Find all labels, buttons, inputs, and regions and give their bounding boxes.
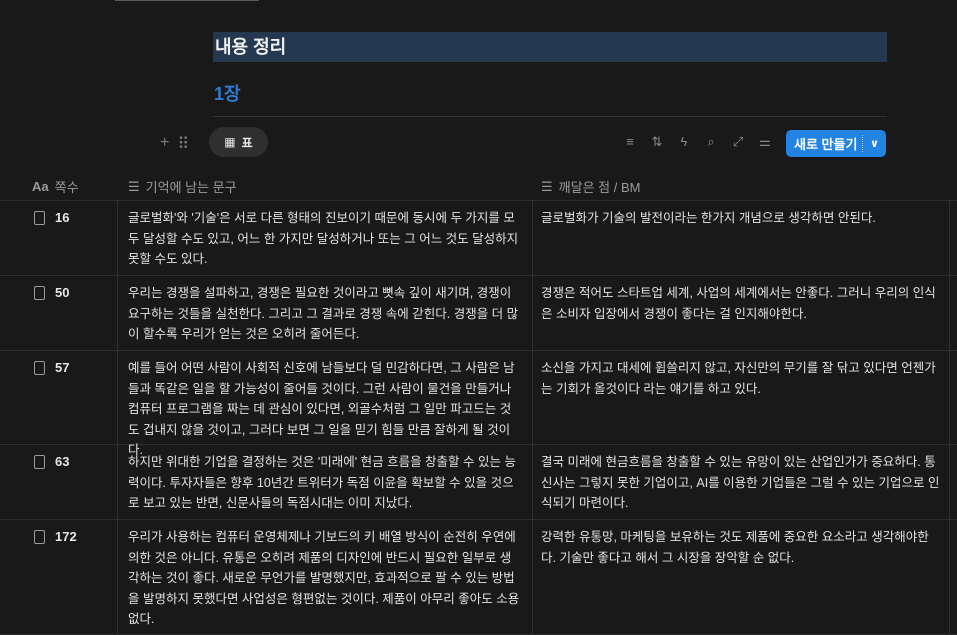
table-row[interactable]: 172 우리가 사용하는 컴퓨터 운영체제나 기보드의 키 배열 방식이 순전히… — [0, 520, 957, 635]
page-icon — [34, 530, 45, 544]
table-row[interactable]: 63 하지만 위대한 기업을 결정하는 것은 '미래에' 현금 흐름을 창출할 … — [0, 445, 957, 520]
new-button[interactable]: 새로 만들기 ∨ — [786, 130, 886, 157]
chevron-down-icon[interactable]: ∨ — [863, 137, 886, 150]
add-icon[interactable]: + — [160, 134, 169, 154]
table-row[interactable]: 57 예를 들어 어떤 사람이 사회적 신호에 남들보다 덜 민감하다면, 그 … — [0, 351, 957, 457]
page-cell[interactable]: 172 — [0, 520, 118, 634]
page-number: 16 — [55, 210, 70, 225]
page-icon — [34, 211, 45, 225]
column-label: 깨달은 점 / BM — [558, 180, 641, 195]
title-property-icon: Aa — [32, 179, 49, 194]
settings-icon[interactable]: ⚌ — [757, 134, 773, 150]
expand-icon[interactable]: ⤢ — [730, 134, 746, 150]
page-number: 63 — [55, 454, 70, 469]
table-icon: ▦ — [224, 135, 236, 149]
page-icon — [34, 286, 45, 300]
table-header: Aa 쪽수 ☰ 기억에 남는 문구 ☰ 깨달은 점 / BM — [0, 170, 957, 201]
page-number: 172 — [55, 529, 77, 544]
insight-cell[interactable]: 강력한 유통망, 마케팅을 보유하는 것도 제품에 중요한 요소라고 생각해야한… — [533, 520, 950, 634]
column-label: 기억에 남는 문구 — [145, 180, 237, 195]
page-cell[interactable]: 50 — [0, 276, 118, 350]
page-cell[interactable]: 63 — [0, 445, 118, 519]
page-icon — [34, 361, 45, 375]
text-property-icon: ☰ — [541, 178, 553, 194]
tab-table-view[interactable]: ▦ 표 — [209, 127, 268, 157]
insight-cell[interactable]: 경쟁은 적어도 스타트업 세계, 사업의 세계에서는 안좋다. 그러니 우리의 … — [533, 276, 950, 350]
quote-cell[interactable]: 글로벌화'와 '기술'은 서로 다른 형태의 진보이기 때문에 동시에 두 가지… — [118, 201, 533, 275]
column-header-quote[interactable]: ☰ 기억에 남는 문구 — [128, 177, 237, 196]
sort-icon[interactable]: ⇅ — [649, 134, 665, 150]
chapter-heading: 1장 — [214, 84, 241, 104]
insight-cell[interactable]: 결국 미래에 현금흐름을 창출할 수 있는 유망이 있는 산업인가가 중요하다.… — [533, 445, 950, 519]
quote-cell[interactable]: 하지만 위대한 기업을 결정하는 것은 '미래에' 현금 흐름을 창출할 수 있… — [118, 445, 533, 519]
page-cell[interactable]: 57 — [0, 351, 118, 444]
search-icon[interactable]: ⌕ — [703, 134, 719, 150]
table-body: 16 글로벌화'와 '기술'은 서로 다른 형태의 진보이기 때문에 동시에 두… — [0, 201, 957, 635]
column-header-page[interactable]: Aa 쪽수 — [32, 177, 79, 196]
page-heading: 내용 정리 — [213, 32, 887, 62]
quote-cell[interactable]: 우리가 사용하는 컴퓨터 운영체제나 기보드의 키 배열 방식이 순전히 우연에… — [118, 520, 533, 634]
filter-icon[interactable]: ≡ — [622, 134, 638, 150]
drag-handle-icon[interactable]: ⠿ — [177, 134, 189, 154]
automation-icon[interactable]: ϟ — [676, 134, 692, 150]
page-number: 50 — [55, 285, 70, 300]
table-row[interactable]: 50 우리는 경쟁을 설파하고, 경쟁은 필요한 것이라고 뼛속 깊이 새기며,… — [0, 276, 957, 351]
quote-cell[interactable]: 우리는 경쟁을 설파하고, 경쟁은 필요한 것이라고 뼛속 깊이 새기며, 경쟁… — [118, 276, 533, 350]
page-icon — [34, 455, 45, 469]
new-button-label: 새로 만들기 — [794, 137, 858, 152]
divider — [213, 116, 887, 117]
quote-cell[interactable]: 예를 들어 어떤 사람이 사회적 신호에 남들보다 덜 민감하다면, 그 사람은… — [118, 351, 533, 457]
insight-cell[interactable]: 소신을 가지고 대세에 휩쓸리지 않고, 자신만의 무기를 잘 닦고 있다면 언… — [533, 351, 950, 444]
text-property-icon: ☰ — [128, 178, 140, 194]
page-cell[interactable]: 16 — [0, 201, 118, 275]
page-number: 57 — [55, 360, 70, 375]
column-label: 쪽수 — [54, 180, 79, 195]
top-divider — [115, 0, 259, 1]
tab-label: 표 — [241, 135, 253, 150]
table-row[interactable]: 16 글로벌화'와 '기술'은 서로 다른 형태의 진보이기 때문에 동시에 두… — [0, 201, 957, 276]
insight-cell[interactable]: 글로벌화가 기술의 발전이라는 한가지 개념으로 생각하면 안된다. — [533, 201, 950, 275]
column-header-insight[interactable]: ☰ 깨달은 점 / BM — [541, 177, 640, 196]
